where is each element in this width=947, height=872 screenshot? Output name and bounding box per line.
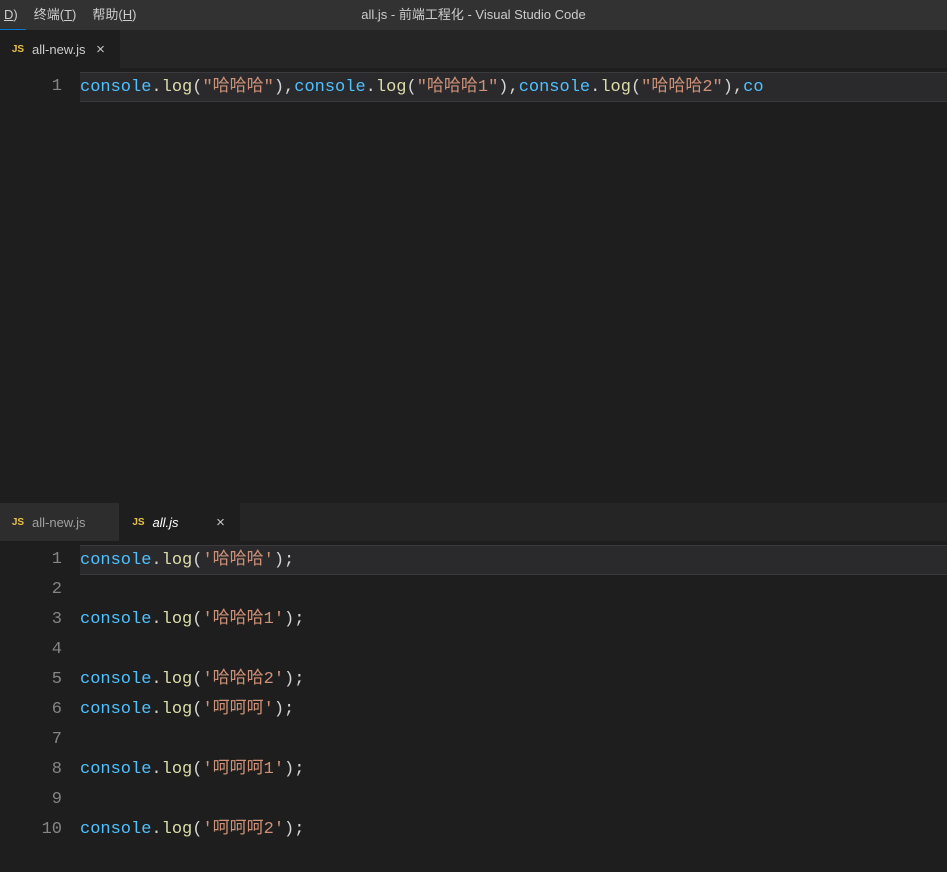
code-line[interactable]: console.log('呵呵呵'); [80, 695, 947, 725]
line-gutter: 1 [0, 68, 80, 498]
code-line[interactable] [80, 725, 947, 755]
code-line[interactable] [80, 785, 947, 815]
menu-item[interactable]: 终端(T) [26, 0, 85, 30]
editor-tab[interactable]: JS all.js × [120, 503, 240, 541]
menu-item[interactable]: D) [0, 0, 26, 30]
close-icon[interactable]: × [91, 41, 109, 58]
menu-item[interactable]: 帮助(H) [84, 0, 144, 30]
code-line[interactable]: console.log('哈哈哈'); [80, 545, 947, 575]
js-file-icon: JS [10, 514, 26, 530]
line-number: 10 [0, 815, 62, 845]
tab-label: all.js [152, 515, 178, 530]
code-area[interactable]: console.log("哈哈哈"),console.log("哈哈哈1"),c… [80, 68, 947, 498]
code-line[interactable]: console.log('哈哈哈1'); [80, 605, 947, 635]
line-gutter: 12345678910 [0, 541, 80, 845]
line-number: 9 [0, 785, 62, 815]
editor-tab[interactable]: JSall-new.js× [0, 503, 120, 541]
editor-group-top: JS all-new.js × 1 console.log("哈哈哈"),conso… [0, 30, 947, 498]
line-number: 2 [0, 575, 62, 605]
line-number: 7 [0, 725, 62, 755]
tab-bar: JS all-new.js × [0, 30, 947, 68]
menu-bar: D)终端(T)帮助(H) all.js - 前端工程化 - Visual Stu… [0, 0, 947, 30]
tab-bar: JS all-new.js ×JS all.js × [0, 503, 947, 541]
js-file-icon: JS [10, 41, 26, 57]
line-number: 6 [0, 695, 62, 725]
code-area[interactable]: console.log('哈哈哈'); console.log('哈哈哈1'); c… [80, 541, 947, 845]
line-number: 3 [0, 605, 62, 635]
code-line[interactable]: console.log("哈哈哈"),console.log("哈哈哈1"),c… [80, 72, 947, 102]
line-number: 5 [0, 665, 62, 695]
editor-tab[interactable]: JS all-new.js × [0, 30, 120, 68]
code-line[interactable] [80, 635, 947, 665]
line-number: 1 [0, 72, 62, 102]
line-number: 8 [0, 755, 62, 785]
window-title: all.js - 前端工程化 - Visual Studio Code [361, 0, 585, 30]
tab-label: all-new.js [32, 515, 85, 530]
code-line[interactable]: console.log('呵呵呵2'); [80, 815, 947, 845]
code-line[interactable] [80, 575, 947, 605]
line-number: 1 [0, 545, 62, 575]
tab-label: all-new.js [32, 42, 85, 57]
code-line[interactable]: console.log('呵呵呵1'); [80, 755, 947, 785]
editor-group-bottom: JS all-new.js ×JS all.js × 12345678910 conso… [0, 502, 947, 845]
line-number: 4 [0, 635, 62, 665]
editor-pane[interactable]: 1 console.log("哈哈哈"),console.log("哈哈哈1")… [0, 68, 947, 498]
code-line[interactable]: console.log('哈哈哈2'); [80, 665, 947, 695]
js-file-icon: JS [130, 514, 146, 530]
close-icon[interactable]: × [211, 514, 229, 531]
editor-pane[interactable]: 12345678910 console.log('哈哈哈');console.l… [0, 541, 947, 845]
